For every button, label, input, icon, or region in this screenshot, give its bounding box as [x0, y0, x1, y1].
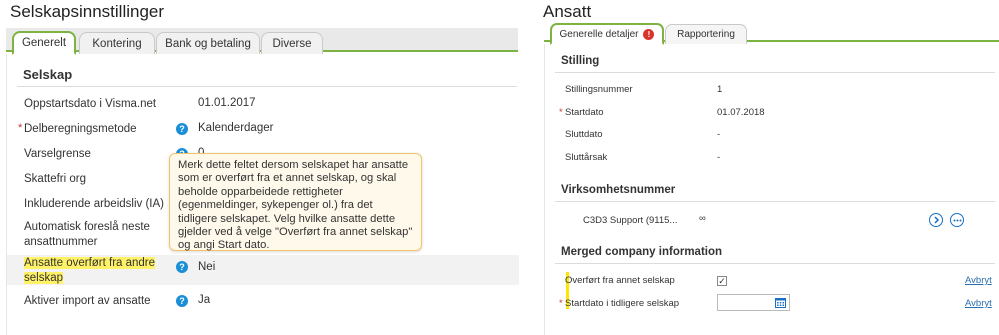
required-marker: *	[559, 107, 563, 118]
tab-rapportering[interactable]: Rapportering	[665, 24, 747, 44]
employee-content: Stilling Stillingsnummer 1 * Startdato 0…	[544, 44, 999, 335]
page-title: Selskapsinnstillinger	[10, 2, 165, 21]
error-badge-icon: !	[643, 28, 655, 40]
label-line: Ansatte overført fra andre	[24, 257, 156, 269]
label-line: ansattnummer	[24, 236, 98, 248]
setting-row-transferred-employees: Ansatte overført fra andre selskap ? Nei	[7, 255, 519, 285]
label-line: selskap	[24, 272, 63, 284]
field-label: Overført fra annet selskap	[565, 275, 675, 286]
setting-label: Inkluderende arbeidsliv (IA)	[24, 198, 164, 210]
business-number-value[interactable]: C3D3 Support (9115...	[583, 215, 677, 226]
tab-generelle-detaljer[interactable]: Generelle detaljer !	[550, 23, 664, 45]
more-options-button[interactable]	[950, 213, 964, 227]
cancel-link[interactable]: Avbryt	[965, 275, 992, 286]
tab-bar: Generelt Kontering Bank og betaling Dive…	[6, 28, 518, 55]
section-heading: Stilling	[561, 55, 600, 67]
company-settings-panel: Selskapsinnstillinger Generelt Kontering…	[0, 0, 520, 335]
navigate-right-button[interactable]	[929, 213, 943, 227]
tab-bank-og-betaling[interactable]: Bank og betaling	[156, 32, 260, 54]
setting-value[interactable]: Nei	[198, 261, 215, 273]
section-heading: Merged company information	[561, 246, 723, 258]
setting-label: Ansatte overført fra andre selskap	[24, 256, 156, 286]
tab-generelt[interactable]: Generelt	[12, 31, 76, 55]
setting-row: Aktiver import av ansatte ? Ja	[7, 292, 519, 312]
setting-label: Skattefri org	[24, 173, 86, 185]
field-label: Sluttdato	[565, 129, 603, 140]
required-marker: *	[18, 122, 23, 134]
tab-kontering[interactable]: Kontering	[79, 32, 155, 54]
divider	[555, 72, 995, 73]
help-tooltip: Merk dette feltet dersom selskapet har a…	[169, 153, 422, 251]
field-value[interactable]: -	[717, 152, 720, 163]
divider	[555, 201, 995, 202]
field-value[interactable]: -	[717, 129, 720, 140]
tab-diverse[interactable]: Diverse	[261, 32, 323, 54]
link-symbol-icon: ∞	[699, 213, 706, 224]
divider	[555, 263, 995, 264]
setting-label: Varselgrense	[24, 148, 91, 160]
cancel-link[interactable]: Avbryt	[965, 298, 992, 309]
setting-row: Oppstartsdato i Visma.net 01.01.2017	[7, 95, 519, 115]
field-value[interactable]: 01.07.2018	[717, 107, 765, 118]
previous-company-start-date-input[interactable]	[717, 294, 790, 311]
label-line: Automatisk foreslå neste	[24, 221, 150, 233]
setting-row: * Delberegningsmetode ? Kalenderdager	[7, 120, 519, 140]
required-marker: *	[559, 298, 563, 309]
help-icon[interactable]: ?	[176, 295, 188, 307]
transferred-checkbox[interactable]: ✓	[717, 276, 727, 286]
setting-value[interactable]: Kalenderdager	[198, 122, 273, 134]
tab-label: Generelle detaljer	[559, 28, 639, 40]
field-label: Startdato	[565, 107, 604, 118]
help-icon[interactable]: ?	[176, 261, 188, 273]
divider	[17, 86, 517, 87]
page-title: Ansatt	[543, 2, 592, 21]
help-icon[interactable]: ?	[176, 123, 188, 135]
setting-label: Delberegningsmetode	[24, 123, 137, 135]
field-label: Startdato i tidligere selskap	[565, 298, 680, 309]
setting-label: Aktiver import av ansatte	[24, 295, 151, 307]
field-value[interactable]: 1	[717, 84, 722, 95]
setting-value[interactable]: 01.01.2017	[198, 97, 256, 109]
section-heading: Virksomhetsnummer	[561, 184, 676, 196]
ellipsis-icon	[953, 219, 961, 221]
employee-panel: Ansatt Generelle detaljer ! Rapportering…	[540, 0, 999, 335]
setting-value[interactable]: Ja	[198, 294, 210, 306]
tab-bar: Generelle detaljer ! Rapportering	[544, 22, 999, 45]
calendar-icon[interactable]	[775, 297, 786, 308]
setting-label: Oppstartsdato i Visma.net	[24, 98, 157, 110]
field-label: Stillingsnummer	[565, 84, 633, 95]
chevron-right-icon	[934, 216, 940, 224]
setting-label: Automatisk foreslå neste ansattnummer	[24, 220, 150, 250]
section-heading: Selskap	[23, 67, 73, 82]
field-label: Sluttårsak	[565, 152, 608, 163]
